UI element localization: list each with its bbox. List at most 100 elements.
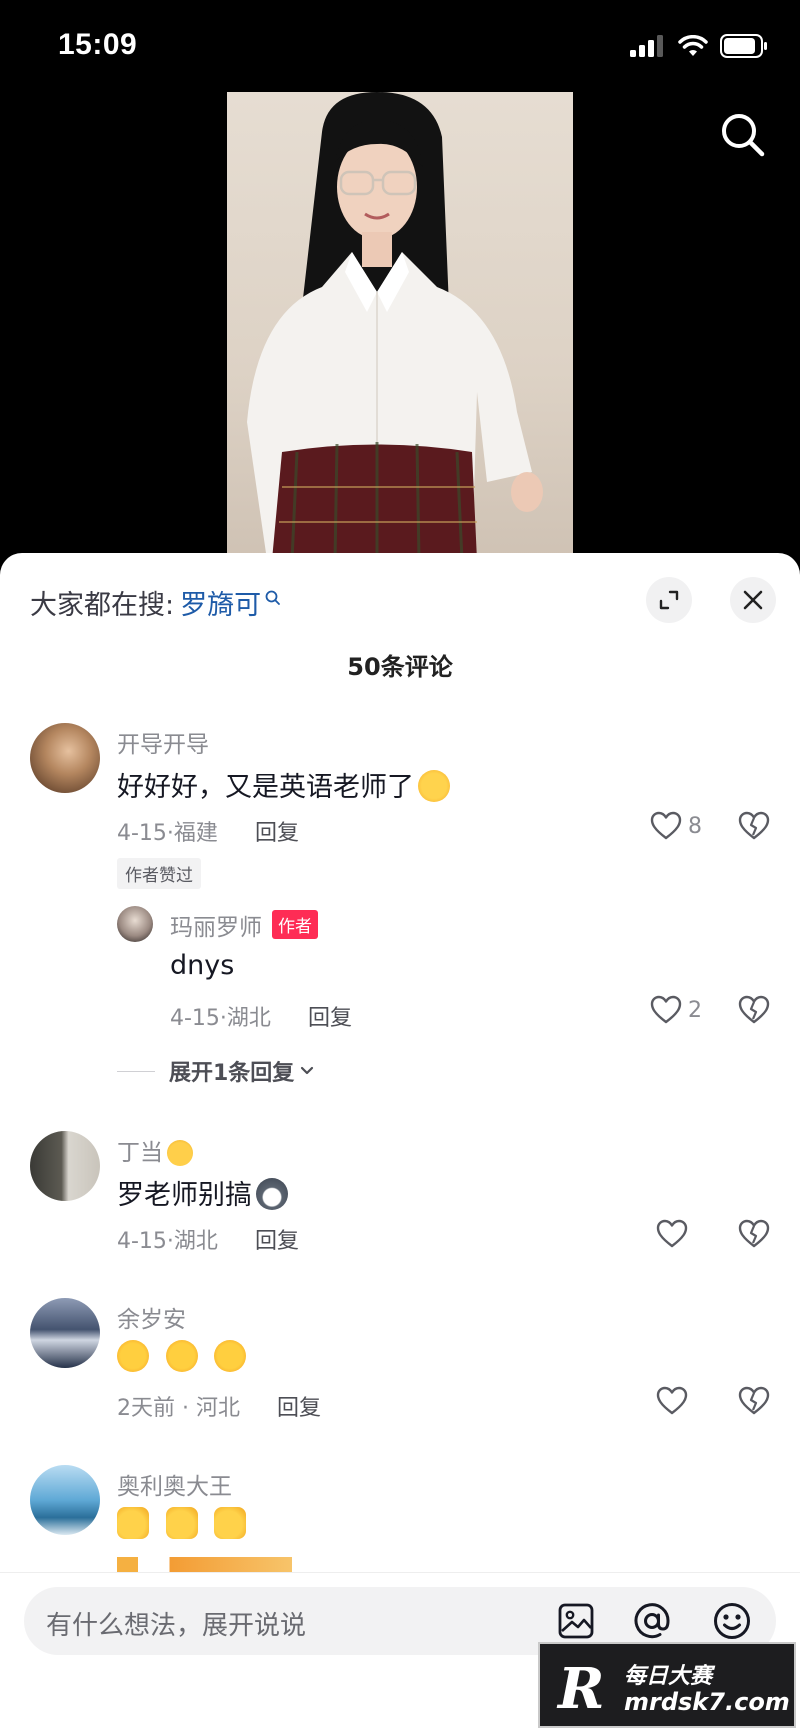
author-tag: 作者 [272,910,318,939]
heart-icon [650,811,682,840]
image-icon [558,1603,594,1639]
broken-heart-icon [738,1386,770,1415]
heart-eyes-emoji-icon [165,1340,198,1372]
comment-username[interactable]: 奥利奥大王 [117,1467,232,1501]
small-search-icon [265,590,281,605]
comment-username[interactable]: 余岁安 [117,1300,186,1334]
reply-item: 玛丽罗师 作者 dnys 4-15·湖北 回复 2 [0,906,800,1046]
husky-emoji-icon [256,1178,288,1210]
watermark-name: 每日大赛 [624,1664,713,1689]
comment-text: 好好好，又是英语老师了 [117,765,450,804]
comment-date-location: 4-15·福建 [117,821,218,846]
status-bar: 15:09 [0,0,800,90]
avatar[interactable] [30,1131,100,1201]
hot-search-keyword[interactable]: 罗旖可 [180,583,261,622]
smiley-icon [714,1603,750,1639]
comment-input-placeholder: 有什么想法，展开说说 [46,1611,307,1641]
comment-item: 丁当 罗老师别搞 4-15·湖北 回复 [0,1131,800,1281]
search-icon [722,114,765,157]
heart-icon [656,1386,688,1415]
broken-heart-icon [738,811,770,840]
video-person-figure [247,92,543,560]
comment-text [117,1507,247,1540]
avatar[interactable] [30,1298,100,1368]
reply-meta: 4-15·湖北 回复 [170,1000,352,1032]
comment-text-content: 好好好，又是英语老师了 [117,772,414,803]
reply-button[interactable]: 回复 [255,1229,299,1254]
like-count: 8 [688,813,702,839]
reply-date-location: 4-15·湖北 [170,1006,271,1031]
dislike-button[interactable] [738,995,770,1029]
watermark: R 每日大赛 mrdsk7.com [538,1642,796,1728]
like-button[interactable]: 8 [650,811,702,841]
expand-icon [659,590,679,610]
reply-button[interactable]: 回复 [308,1006,352,1031]
divider-line [117,1070,155,1072]
thumbs-up-icon [165,1507,198,1539]
author-liked-badge: 作者赞过 [117,858,201,889]
mention-button[interactable] [632,1601,672,1641]
chevron-down-icon [301,1066,314,1075]
comment-date-location: 4-15·湖北 [117,1229,218,1254]
broken-heart-icon [738,1219,770,1248]
close-button[interactable] [730,577,776,623]
avatar[interactable] [30,1465,100,1535]
thumbs-up-icon [214,1507,247,1539]
reply-button[interactable]: 回复 [277,1396,321,1421]
hot-search[interactable]: 大家都在搜: 罗旖可 [30,583,281,622]
reply-username[interactable]: 玛丽罗师 [170,915,262,941]
watermark-logo: R [558,1656,605,1722]
like-count: 2 [688,997,702,1023]
thumbs-up-icon [117,1507,149,1539]
expand-replies-label: 展开1条回复 [169,1061,295,1086]
expand-replies-button[interactable]: 展开1条回复 [117,1055,316,1087]
avatar[interactable] [30,723,100,793]
comment-text [117,1340,247,1373]
emoji-button[interactable] [712,1601,752,1641]
wifi-icon [678,35,708,56]
video-frame[interactable] [227,92,573,560]
emoji-icon [418,770,450,802]
search-button[interactable] [718,110,768,160]
like-button[interactable] [656,1386,688,1416]
dislike-button[interactable] [738,811,770,845]
dislike-button[interactable] [738,1386,770,1420]
dislike-button[interactable] [738,1219,770,1253]
cellular-signal-icon [630,35,663,57]
heart-icon [650,995,682,1024]
close-icon [743,590,763,610]
heart-eyes-emoji-icon [117,1340,149,1372]
fullscreen-button[interactable] [646,577,692,623]
comment-username-row: 丁当 [117,1133,193,1167]
status-time: 15:09 [58,28,138,61]
hot-search-prefix: 大家都在搜: [30,590,175,621]
heart-icon [656,1219,688,1248]
comment-meta: 4-15·湖北 回复 [117,1223,299,1255]
like-button[interactable] [656,1219,688,1249]
comment-date-location: 2天前 · 河北 [117,1396,240,1421]
reply-button[interactable]: 回复 [255,821,299,846]
battery-icon [720,34,767,58]
reply-avatar[interactable] [117,906,153,942]
heart-eyes-emoji-icon [214,1340,247,1372]
broken-heart-icon [738,995,770,1024]
comment-text: 罗老师别搞 [117,1173,288,1212]
sheet-header: 大家都在搜: 罗旖可 50条评论 [0,553,800,681]
comment-count: 50条评论 [347,653,453,681]
reply-username-row: 玛丽罗师 作者 [170,908,318,942]
at-sign-icon [634,1603,670,1639]
comment-username[interactable]: 丁当 [117,1140,163,1166]
video-player[interactable] [0,90,800,560]
comment-meta: 4-15·福建 回复 [117,815,299,847]
like-button[interactable]: 2 [650,995,702,1025]
comment-text-content: 罗老师别搞 [117,1180,252,1211]
reply-text: dnys [170,950,235,981]
comment-sheet: 大家都在搜: 罗旖可 50条评论 开导开导 好好好，又是英语老师了 4-15·福… [0,553,800,1731]
comment-item: 余岁安 2天前 · 河北 回复 [0,1298,800,1448]
watermark-url: mrdsk7.com [624,1688,790,1716]
comment-username[interactable]: 开导开导 [117,725,209,759]
image-button[interactable] [556,1601,596,1641]
comment-meta: 2天前 · 河北 回复 [117,1390,321,1422]
cat-emoji-icon [167,1140,193,1166]
comment-item: 奥利奥大王 [0,1465,800,1587]
